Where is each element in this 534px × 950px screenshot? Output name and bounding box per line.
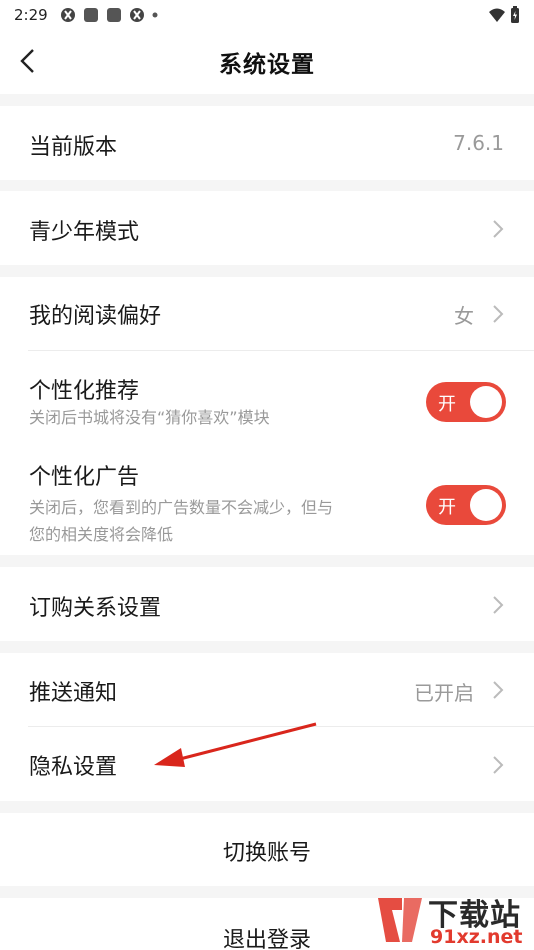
reading-pref-label: 我的阅读偏好	[29, 304, 162, 329]
version-label: 当前版本	[29, 135, 118, 160]
toggle-on-label: 开	[438, 394, 456, 415]
wifi-icon	[489, 8, 505, 22]
personal-ads-desc-line2: 您的相关度将会降低	[29, 525, 174, 544]
app-notification-icon	[83, 8, 98, 22]
site-watermark: 下载站 91xz.net	[372, 892, 532, 948]
status-bar: 2:29	[0, 0, 534, 30]
privacy-row[interactable]: 隐私设置	[0, 727, 534, 801]
push-row[interactable]: 推送通知 已开启	[0, 653, 534, 726]
app-notification-icon	[60, 8, 75, 22]
personal-ads-label: 个性化广告	[29, 465, 140, 490]
notification-icons	[60, 7, 158, 23]
battery-icon	[511, 6, 519, 23]
chevron-right-icon	[493, 596, 504, 614]
personal-ads-toggle[interactable]: 开	[426, 485, 506, 525]
youth-mode-row[interactable]: 青少年模式	[0, 191, 534, 265]
version-value: 7.6.1	[453, 131, 504, 155]
watermark-logo-icon	[378, 898, 422, 942]
switch-account-label: 切换账号	[222, 841, 311, 866]
personal-recommend-toggle[interactable]: 开	[426, 382, 506, 422]
personal-ads-desc-line1: 关闭后，您看到的广告数量不会减少，但与	[29, 498, 334, 517]
status-time: 2:29	[14, 6, 48, 24]
chevron-right-icon	[493, 681, 504, 699]
app-notification-icon	[129, 8, 144, 22]
chevron-right-icon	[493, 756, 504, 774]
notification-privacy-section: 推送通知 已开启 隐私设置	[0, 653, 534, 801]
youth-mode-label: 青少年模式	[29, 220, 140, 245]
more-dot-icon	[152, 12, 158, 18]
push-value: 已开启	[414, 681, 474, 705]
subscription-label: 订购关系设置	[29, 596, 162, 621]
reading-pref-row[interactable]: 我的阅读偏好 女	[0, 277, 534, 350]
subscription-row[interactable]: 订购关系设置	[0, 567, 534, 641]
toggle-on-label: 开	[438, 497, 456, 518]
push-label: 推送通知	[29, 681, 118, 706]
watermark-url: 91xz.net	[430, 926, 523, 948]
back-arrow-icon[interactable]	[14, 46, 44, 76]
version-row: 当前版本 7.6.1	[0, 106, 534, 180]
page-title: 系统设置	[219, 52, 315, 78]
personal-recommend-label: 个性化推荐	[29, 379, 140, 404]
switch-account-button[interactable]: 切换账号	[0, 813, 534, 886]
reading-pref-value: 女	[454, 304, 474, 328]
preference-section: 我的阅读偏好 女 个性化推荐 关闭后书城将没有“猜你喜欢”模块 开 个性化广告 …	[0, 277, 534, 555]
chevron-right-icon	[493, 305, 504, 323]
nav-bar: 系统设置	[0, 30, 534, 94]
chevron-right-icon	[493, 220, 504, 238]
personal-recommend-desc: 关闭后书城将没有“猜你喜欢”模块	[29, 408, 270, 427]
app-notification-icon	[106, 8, 121, 22]
toggle-knob	[470, 489, 502, 521]
personal-ads-row: 个性化广告 关闭后，您看到的广告数量不会减少，但与 您的相关度将会降低 开	[0, 439, 534, 555]
toggle-knob	[470, 386, 502, 418]
personal-recommend-row: 个性化推荐 关闭后书城将没有“猜你喜欢”模块 开	[0, 351, 534, 439]
privacy-label: 隐私设置	[29, 755, 118, 780]
